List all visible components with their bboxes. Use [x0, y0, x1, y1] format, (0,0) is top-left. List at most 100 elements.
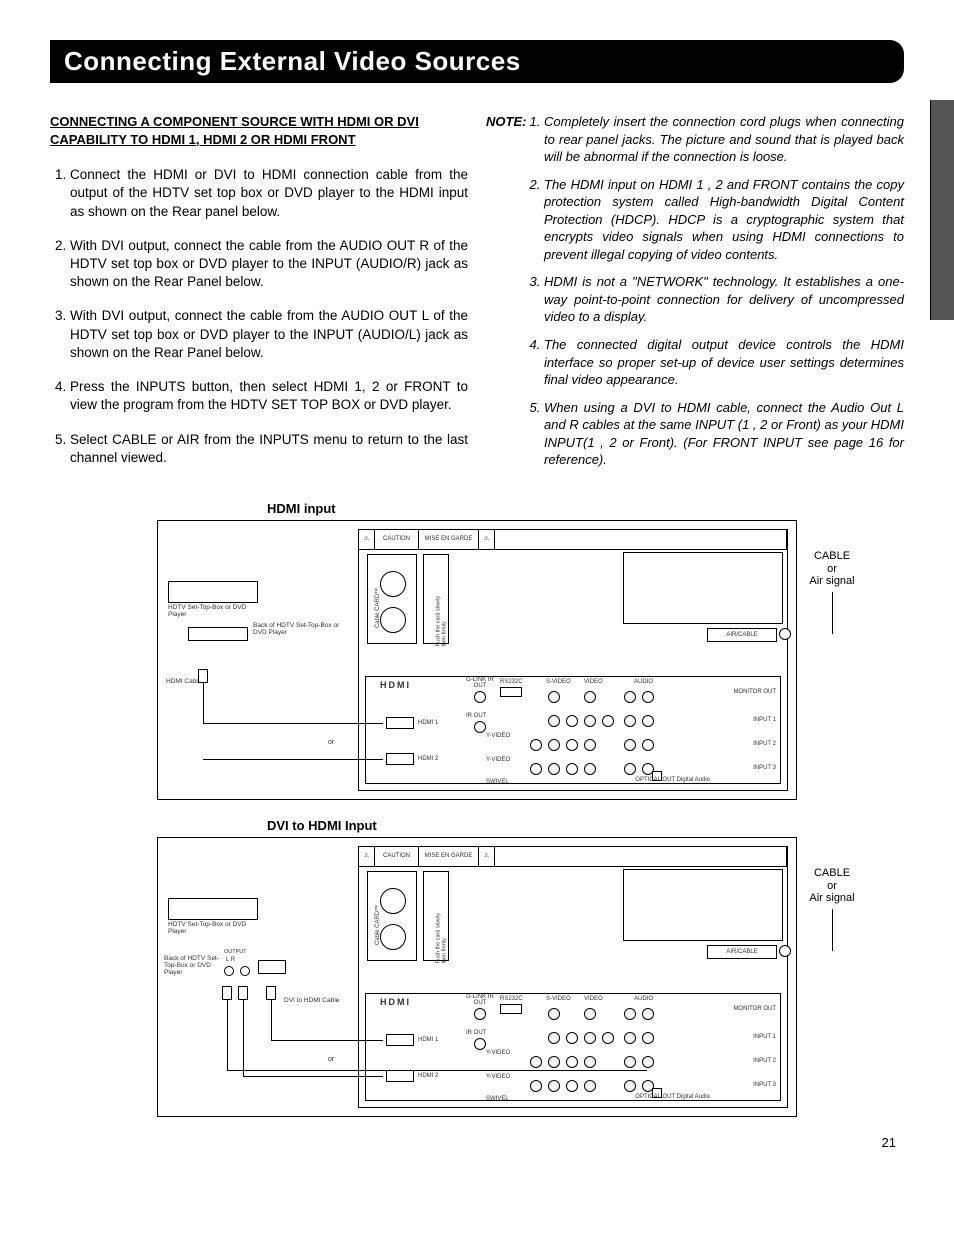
jack-icon — [624, 1032, 636, 1044]
cablecard-label: Cable CARD™ — [375, 905, 381, 945]
jack-icon — [566, 763, 578, 775]
jack-icon — [602, 715, 614, 727]
audio-label: AUDIO — [634, 996, 653, 1002]
source-back-label: Back of HDTV Set-Top-Box or DVD Player — [164, 956, 224, 976]
signal-line — [832, 909, 833, 951]
glink-jack-icon — [474, 1008, 486, 1020]
glink-label: G-LINK IR OUT — [466, 677, 494, 689]
jack-icon — [642, 1056, 654, 1068]
glink-label: G-LINK IR OUT — [466, 994, 494, 1006]
video-label: VIDEO — [584, 996, 603, 1002]
jack-icon — [566, 1080, 578, 1092]
cablecard-slot: Cable CARD™ — [367, 554, 417, 644]
hdmi2-port-icon — [386, 753, 414, 765]
jack-panel: HDMI HDMI 1 HDMI 2 G-LINK IR OUT RS232C … — [365, 993, 781, 1101]
air-cable-port-label: AIR/CABLE — [707, 945, 777, 959]
monitor-out-label: MONITOR OUT — [733, 1006, 776, 1012]
step-item: Select CABLE or AIR from the INPUTS menu… — [70, 431, 468, 467]
jack-icon — [548, 1056, 560, 1068]
jack-icon — [584, 763, 596, 775]
right-column: NOTE: Completely insert the connection c… — [486, 113, 904, 483]
jack-icon — [548, 691, 560, 703]
dvi-plug-icon — [266, 986, 276, 1000]
mise-en-garde-label: MISE EN GARDE — [419, 530, 479, 549]
diagram-title: DVI to HDMI Input — [267, 818, 797, 833]
diagram-title: HDMI input — [267, 501, 797, 516]
cable-line — [203, 683, 204, 723]
source-device-label: HDTV Set-Top-Box or DVD Player — [168, 922, 258, 936]
note-item: The connected digital output device cont… — [544, 336, 904, 389]
audio-l-jack-icon — [224, 966, 234, 976]
section-tab — [930, 100, 954, 320]
cable-line — [243, 1000, 244, 1076]
jack-icon — [642, 715, 654, 727]
optical-out-label: OPTICAL OUT Digital Audio — [635, 777, 710, 783]
hdmi-plug-icon — [198, 669, 208, 683]
caution-label: CAUTION — [375, 530, 419, 549]
jack-icon — [566, 1056, 578, 1068]
input1-label: INPUT 1 — [753, 1034, 776, 1040]
warning-triangle-icon: ⚠ — [479, 530, 495, 549]
content-columns: CONNECTING A COMPONENT SOURCE WITH HDMI … — [50, 113, 904, 483]
dvi-port-icon — [258, 960, 286, 974]
caution-text — [495, 530, 787, 549]
yvideo-label: Y-VIDEO — [486, 733, 510, 739]
source-back-label: Back of HDTV Set-Top-Box or DVD Player — [253, 623, 343, 637]
optical-out-label: OPTICAL OUT Digital Audio — [635, 1094, 710, 1100]
irout-label: IR OUT — [466, 1030, 486, 1036]
jack-icon — [624, 715, 636, 727]
step-list: Connect the HDMI or DVI to HDMI connecti… — [50, 166, 468, 467]
diagram-box: HDTV Set-Top-Box or DVD Player Back of H… — [157, 520, 797, 800]
yvideo-label: Y-VIDEO — [486, 757, 510, 763]
caution-strip: ⚠ CAUTION MISE EN GARDE ⚠ — [359, 847, 787, 867]
note-item: Completely insert the connection cord pl… — [544, 113, 904, 166]
jack-icon — [548, 739, 560, 751]
jack-icon — [548, 715, 560, 727]
step-item: With DVI output, connect the cable from … — [70, 307, 468, 362]
page-number: 21 — [50, 1135, 904, 1150]
note-list: Completely insert the connection cord pl… — [486, 113, 904, 469]
cable-line — [271, 1000, 272, 1040]
page-title: Connecting External Video Sources — [64, 46, 521, 76]
rs232c-label: RS232C — [500, 996, 523, 1002]
audio-r-jack-icon — [240, 966, 250, 976]
jack-icon — [548, 763, 560, 775]
push-card-label: Push the card slowly then firmly — [437, 903, 448, 963]
note-label: NOTE: — [486, 113, 526, 131]
push-card-label: Push the card slowly then firmly — [437, 586, 448, 646]
warning-triangle-icon: ⚠ — [359, 847, 375, 866]
audio-plug-icon — [238, 986, 248, 1000]
or-label: or — [328, 739, 334, 746]
jack-icon — [602, 1032, 614, 1044]
source-device-label: HDTV Set-Top-Box or DVD Player — [168, 605, 258, 619]
hdmi2-label: HDMI 2 — [418, 1073, 438, 1079]
diagram-dvi-to-hdmi: DVI to HDMI Input HDTV Set-Top-Box or DV… — [157, 818, 797, 1117]
mise-en-garde-label: MISE EN GARDE — [419, 847, 479, 866]
audio-plug-icon — [222, 986, 232, 1000]
input3-label: INPUT 3 — [753, 765, 776, 771]
input3-label: INPUT 3 — [753, 1082, 776, 1088]
hdmi1-label: HDMI 1 — [418, 720, 438, 726]
coax-port-icon — [779, 945, 791, 957]
hdmi-cable-label: HDMI Cable — [166, 679, 201, 686]
page-title-bar: Connecting External Video Sources — [50, 40, 904, 83]
jack-icon — [584, 1008, 596, 1020]
jack-icon — [584, 1056, 596, 1068]
diagram-box: HDTV Set-Top-Box or DVD Player Back of H… — [157, 837, 797, 1117]
jack-icon — [642, 691, 654, 703]
step-item: Press the INPUTS button, then select HDM… — [70, 378, 468, 414]
caution-label: CAUTION — [375, 847, 419, 866]
jack-icon — [530, 1080, 542, 1092]
jack-icon — [548, 1032, 560, 1044]
fineprint-box — [623, 552, 783, 624]
jack-icon — [530, 1056, 542, 1068]
step-item: With DVI output, connect the cable from … — [70, 237, 468, 292]
cable-line — [203, 759, 383, 760]
svideo-label: S-VIDEO — [546, 679, 571, 685]
jack-icon — [584, 739, 596, 751]
hdmi-logo: HDMI — [380, 998, 411, 1007]
section-heading: CONNECTING A COMPONENT SOURCE WITH HDMI … — [50, 113, 468, 148]
signal-label: CABLE or Air signal — [805, 550, 859, 588]
cablecard-label: Cable CARD™ — [375, 588, 381, 628]
caution-strip: ⚠ CAUTION MISE EN GARDE ⚠ — [359, 530, 787, 550]
